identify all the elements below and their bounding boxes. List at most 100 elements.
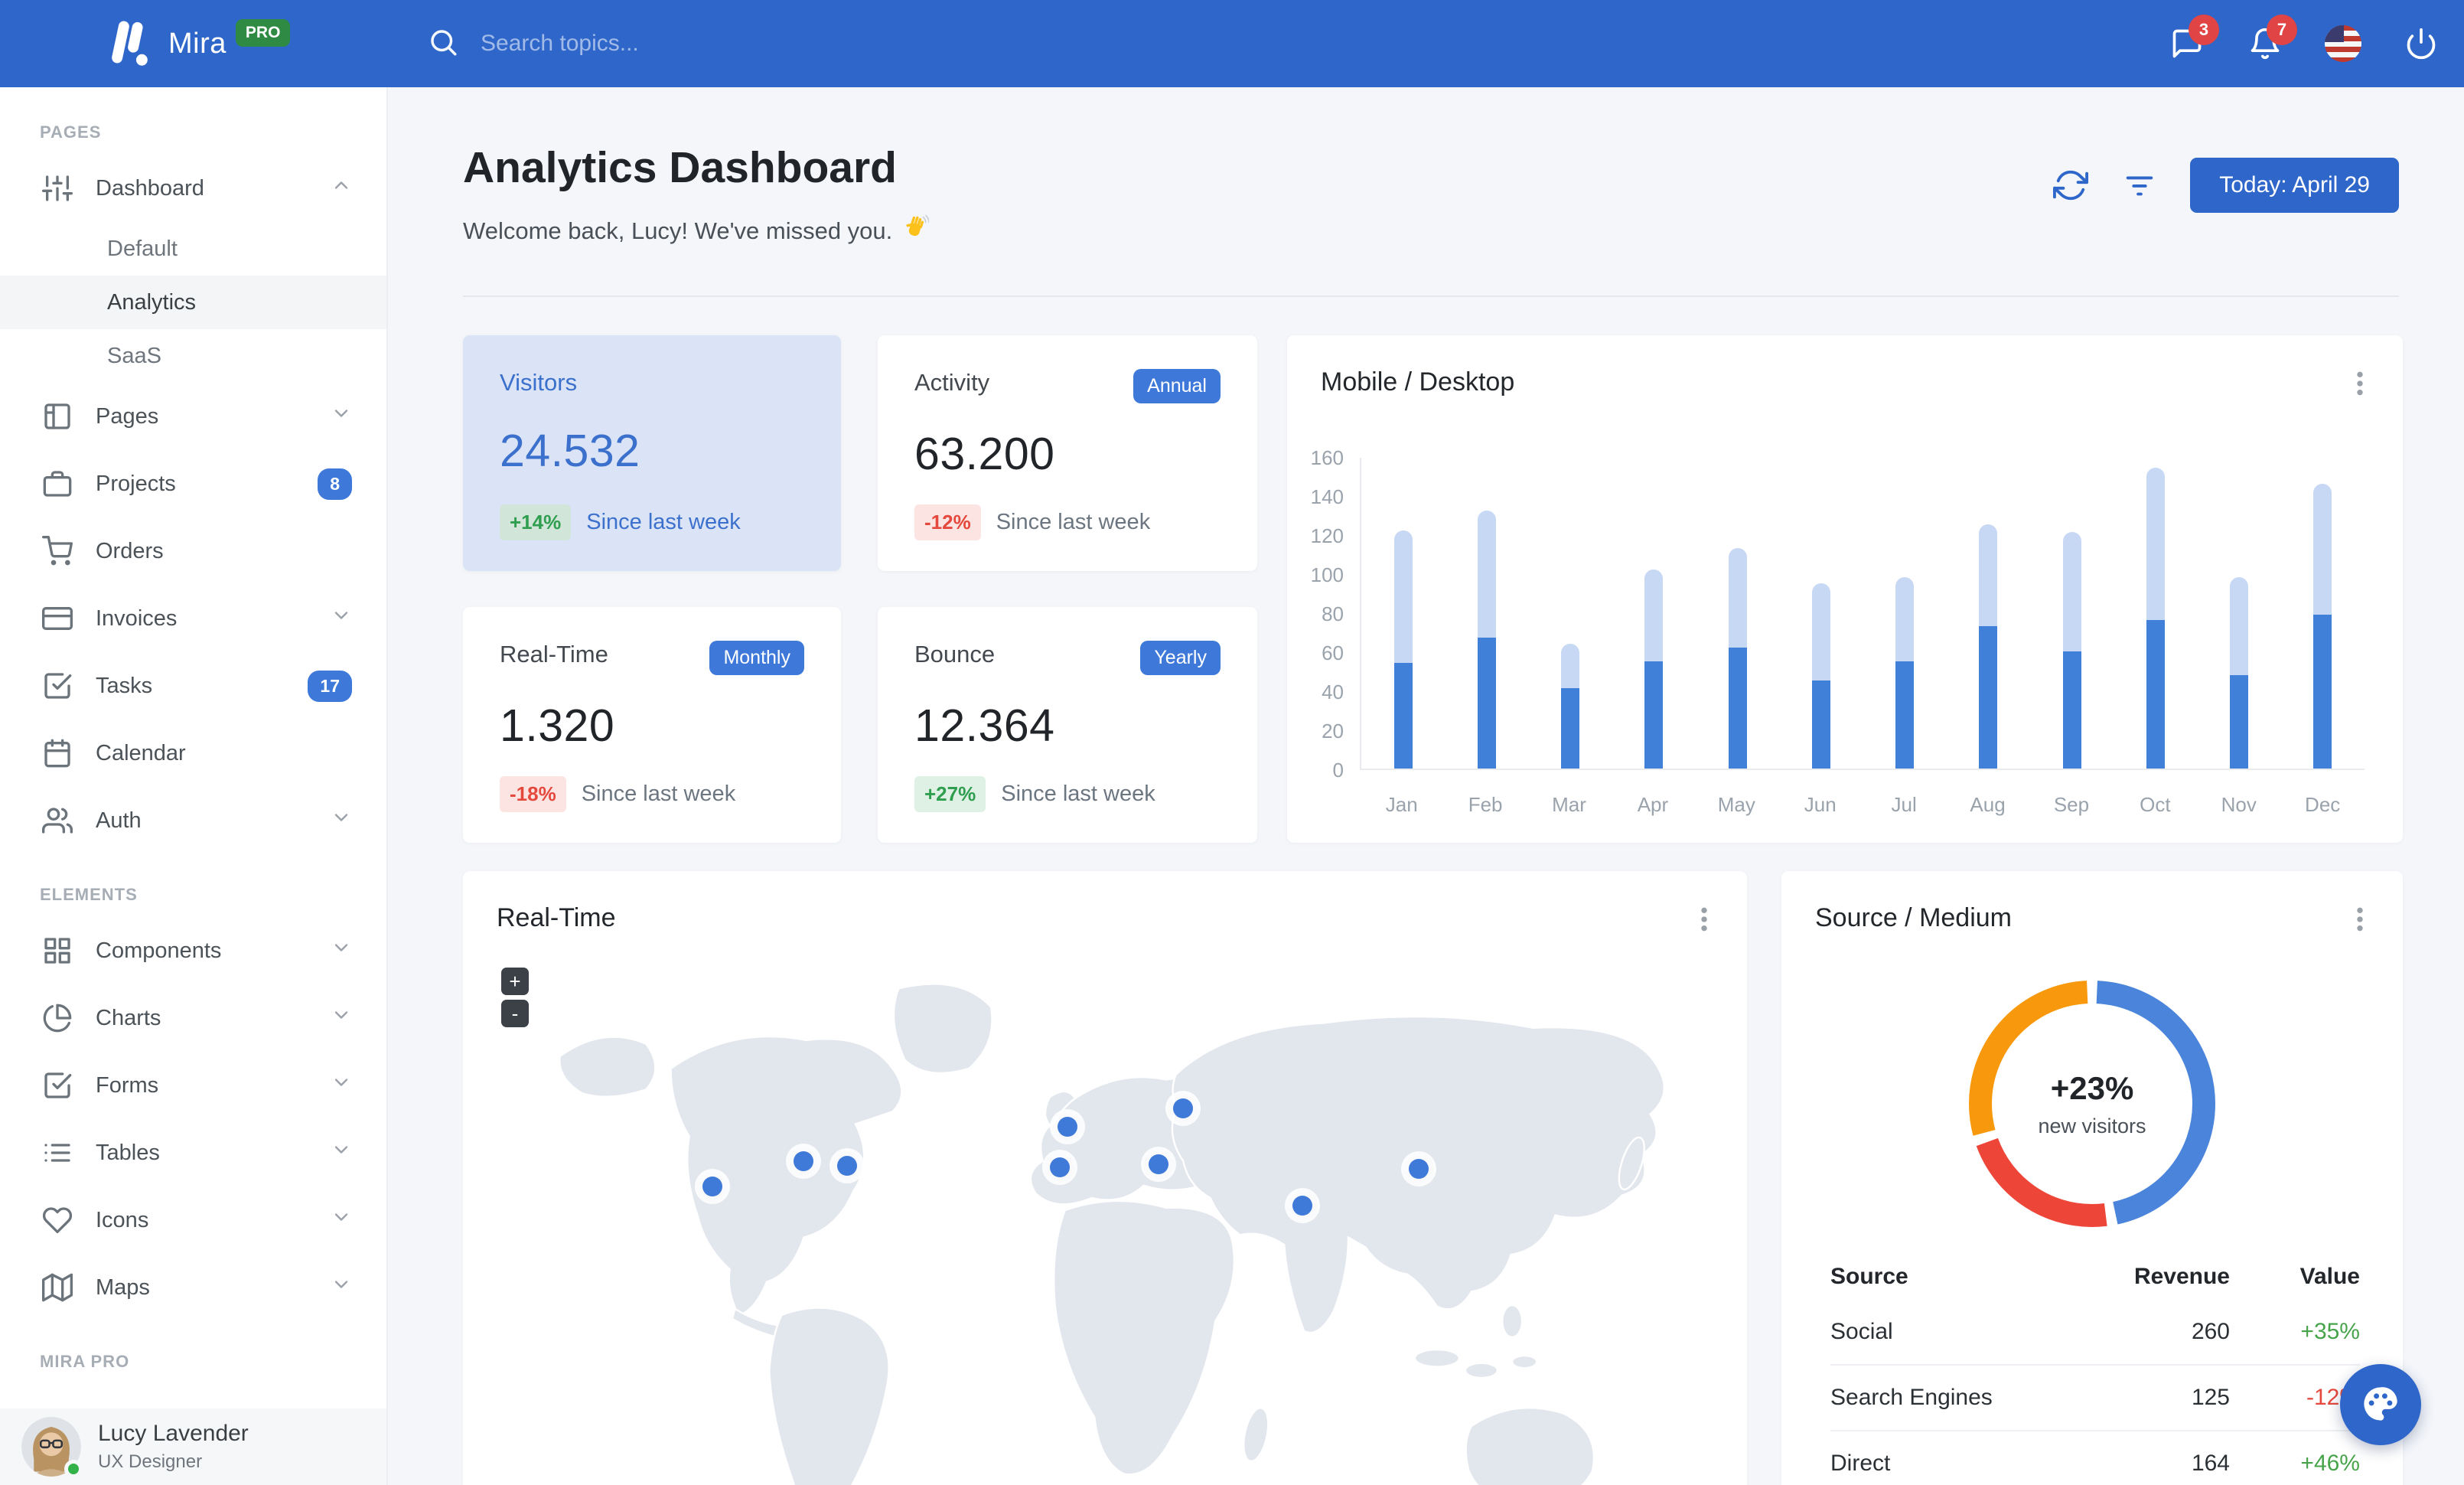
language-button[interactable] [2325,25,2361,62]
bar-segment-mobile [1728,647,1747,769]
stat-title: Real-Time [500,641,608,667]
sidebar-item-charts[interactable]: Charts [0,984,386,1052]
map-marker[interactable] [1149,1154,1169,1174]
map-zoom-out-button[interactable]: - [501,1000,529,1027]
sidebar-item-icons[interactable]: Icons [0,1186,386,1254]
sidebar-item-forms[interactable]: Forms [0,1052,386,1119]
world-map [486,951,1718,1485]
sidebar-item-maps[interactable]: Maps [0,1254,386,1321]
sidebar-item-components[interactable]: Components [0,917,386,984]
sidebar-item-label: Charts [96,1005,161,1030]
app-screen: Mira PRO 3 7 [0,0,2464,1485]
power-icon [2407,28,2436,60]
sidebar-item-label: Tables [96,1140,160,1165]
notifications-button[interactable]: 7 [2247,15,2297,62]
brand[interactable]: Mira PRO [106,0,291,87]
card-menu-button[interactable] [2345,366,2375,401]
messages-button[interactable]: 3 [2169,15,2219,62]
sidebar-subitem-default[interactable]: Default [0,222,386,276]
stacked-bar [1644,569,1664,769]
filter-button[interactable] [2121,167,2158,204]
bar-segment-mobile [1811,680,1830,769]
bar-segment-mobile [1561,688,1580,769]
cell-revenue: 125 [2191,1385,2230,1410]
bar-segment-desktop [1393,530,1413,664]
stat-delta-chip: -12% [914,504,981,540]
map-marker[interactable] [702,1176,723,1196]
map-marker[interactable] [794,1150,814,1171]
x-axis-label: Sep [2053,793,2090,816]
sidebar-item-dashboard[interactable]: Dashboard [0,155,386,222]
stacked-bar [2146,468,2165,769]
sidebar-item-label: Pages [96,403,159,429]
card-menu-button[interactable] [1689,902,1719,937]
us-flag-icon [2325,25,2361,62]
map-marker[interactable] [1408,1159,1429,1180]
stat-delta-chip: +14% [500,504,572,540]
map-marker[interactable] [1057,1116,1077,1137]
bar-chart-plot [1360,458,2365,770]
bar-segment-mobile [2146,620,2165,769]
x-axis-label: May [1717,793,1755,816]
theme-settings-button[interactable] [2340,1364,2421,1445]
credit-card-icon [42,603,73,634]
map-marker[interactable] [836,1156,857,1177]
y-axis-tick: 0 [1332,759,1344,782]
source-table: Source Revenue Value Social 260 +35% Search… [1830,1254,2360,1485]
stacked-bar [1561,643,1580,769]
sidebar-item-pages[interactable]: Pages [0,383,386,450]
map-marker[interactable] [1050,1157,1071,1177]
y-axis-tick: 140 [1310,485,1344,508]
bar-segment-desktop [1895,577,1915,661]
map-marker[interactable] [1292,1196,1313,1216]
sidebar-subitem-saas[interactable]: SaaS [0,329,386,383]
col-header-value: Value [2299,1264,2360,1289]
chevron-up-icon [331,175,352,202]
sidebar-subitem-analytics[interactable]: Analytics [0,276,386,329]
refresh-button[interactable] [2052,167,2089,204]
online-status-dot [64,1460,83,1478]
bar-segment-desktop [1561,643,1580,689]
sidebar-item-label: Dashboard [96,175,204,201]
stacked-bar [1477,511,1496,769]
date-range-button[interactable]: Today: April 29 [2190,158,2399,213]
table-row: Direct 164 +46% [1830,1430,2360,1485]
sidebar-item-label: Components [96,938,222,963]
card-menu-button[interactable] [2345,902,2375,937]
bar-segment-mobile [1979,625,1998,769]
stat-period-badge: Yearly [1140,641,1221,675]
sidebar-item-invoices[interactable]: Invoices [0,585,386,652]
sidebar-item-label: Projects [96,471,176,496]
sidebar-item-tasks[interactable]: Tasks 17 [0,652,386,720]
y-axis-tick: 120 [1310,524,1344,547]
donut-center-label: new visitors [2038,1114,2146,1137]
mobile-desktop-chart-card: Mobile / Desktop 0 20 40 60 80 100 120 140 160 J… [1287,335,2403,843]
stat-title: Visitors [500,369,578,396]
y-axis-tick: 160 [1310,446,1344,469]
map-icon [42,1272,73,1303]
sidebar-item-label: Forms [96,1072,159,1098]
y-axis-tick: 60 [1322,641,1344,664]
cell-revenue: 164 [2191,1451,2230,1476]
map-marker[interactable] [1173,1098,1194,1119]
sidebar-item-label: Invoices [96,605,178,631]
sidebar-item-projects[interactable]: Projects 8 [0,450,386,517]
map-zoom-in-button[interactable]: + [501,968,529,995]
real-time-map-card: Real-Time + - [463,871,1747,1485]
stacked-bar [1895,577,1915,769]
sidebar-item-calendar[interactable]: Calendar [0,720,386,787]
sign-out-button[interactable] [2403,25,2440,62]
x-axis-label: Jul [1891,793,1917,816]
stat-caption: Since last week [1001,782,1155,806]
sidebar-item-tables[interactable]: Tables [0,1119,386,1186]
stacked-bar [2230,577,2249,769]
sidebar-item-auth[interactable]: Auth [0,787,386,854]
sidebar-item-label: Auth [96,808,142,833]
chevron-down-icon [331,937,352,964]
sidebar-user[interactable]: Lucy Lavender UX Designer [0,1408,386,1485]
sidebar-item-orders[interactable]: Orders [0,517,386,585]
x-axis-label: Nov [2221,793,2257,816]
sidebar-section-pages: PAGES [40,122,102,142]
search-input[interactable] [479,30,911,57]
bar-segment-mobile [1895,661,1915,769]
